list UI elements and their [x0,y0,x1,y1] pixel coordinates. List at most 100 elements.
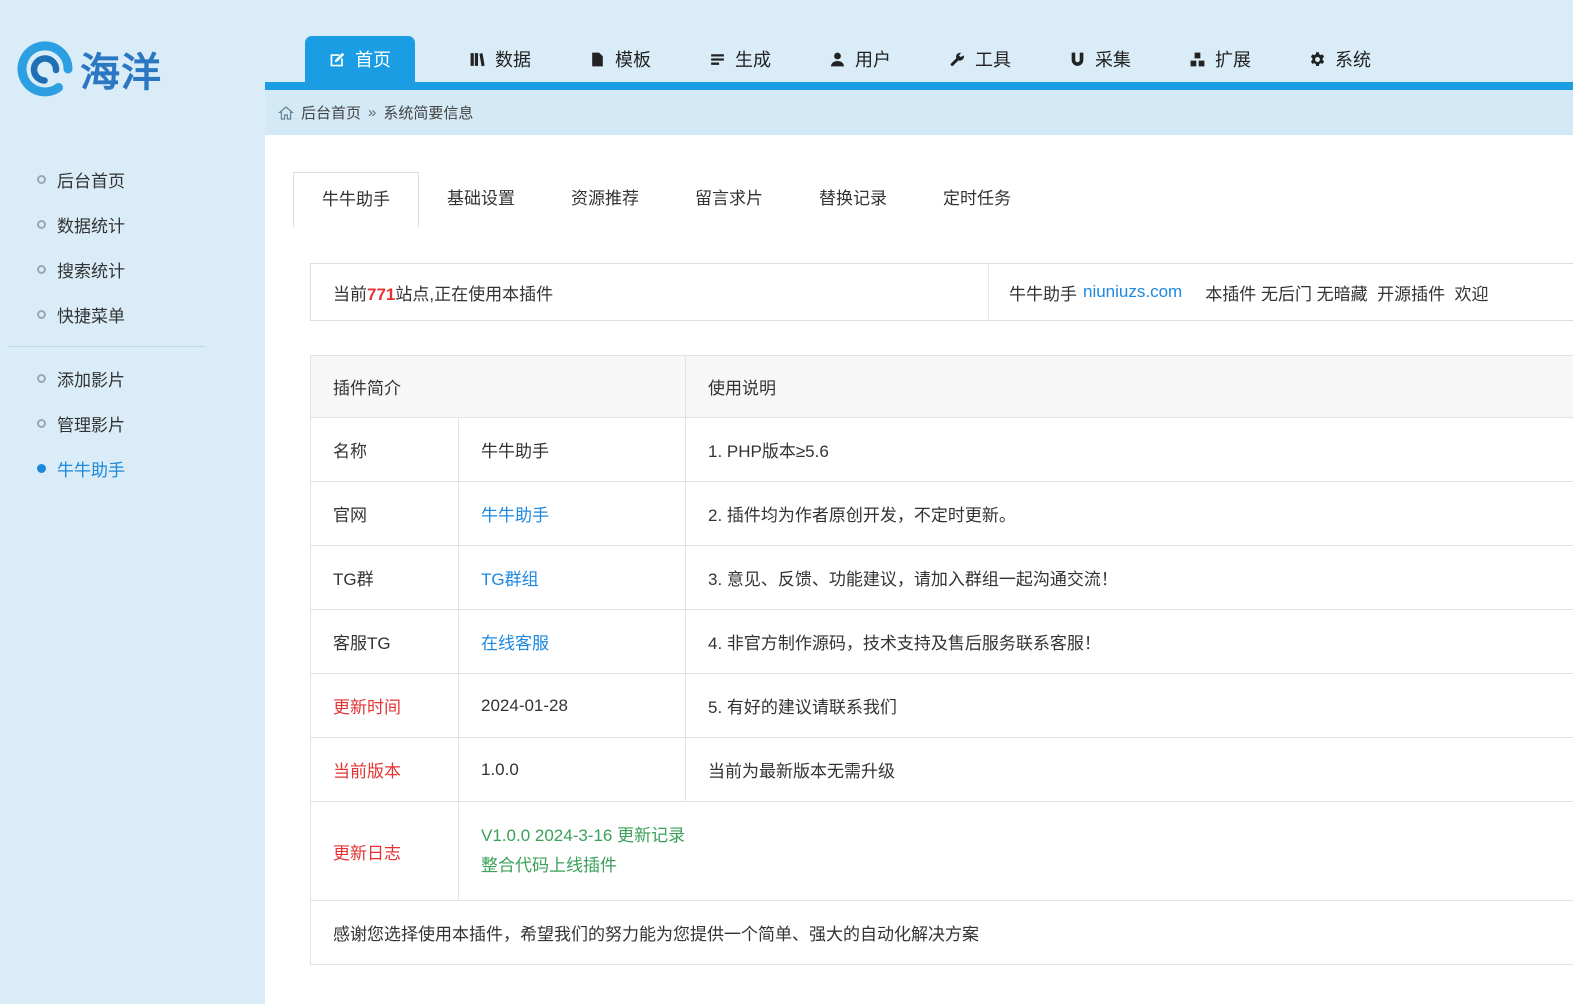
nav-item-home[interactable]: 首页 [305,36,415,82]
content-area: 牛牛助手 基础设置 资源推荐 留言求片 替换记录 定时任务 当前771站点,正在… [265,135,1573,1004]
nav-label: 用户 [855,50,891,70]
generate-icon [709,51,726,68]
bullet-icon [37,310,46,319]
sidebar-item-label: 后台首页 [57,172,125,191]
customer-service-link[interactable]: 在线客服 [481,634,549,653]
edit-icon [329,51,346,68]
nav-label: 数据 [495,50,531,70]
nav-label: 首页 [355,50,391,70]
sidebar-item-data-stats[interactable]: 数据统计 [0,202,265,247]
plugin-promo-text: 牛牛助手 niuniuzs.com 本插件 无后门 无暗藏 开源插件 欢迎 [988,264,1573,320]
sidebar-item-niuniu-assistant[interactable]: 牛牛助手 [0,446,265,491]
tab-replace-records[interactable]: 替换记录 [791,172,915,226]
tab-resource-recommend[interactable]: 资源推荐 [543,172,667,226]
tab-scheduled-tasks[interactable]: 定时任务 [915,172,1039,226]
top-navigation: 首页 数据 模板 生成 用户 工具 采集 扩展 系统 [265,0,1573,82]
bullet-icon [37,220,46,229]
bullet-icon [37,175,46,184]
sidebar-item-label: 添加影片 [57,371,125,390]
sidebar-menu: 后台首页 数据统计 搜索统计 快捷菜单 添加影片 管理影片 牛牛助手 [0,157,265,491]
changelog-entry-link[interactable]: V1.0.0 2024-3-16 更新记录 [481,821,1573,851]
row-note: 当前为最新版本无需升级 [685,737,1573,802]
table-row: 名称 牛牛助手 1. PHP版本≥5.6 [310,417,1573,482]
bullet-icon [37,265,46,274]
plugin-promo-tagline: 本插件 无后门 无暗藏 开源插件 欢迎 [1205,284,1489,304]
tools-icon [949,51,966,68]
row-value-support-tg: 在线客服 [458,609,686,674]
breadcrumb-home-link[interactable]: 后台首页 [301,102,361,123]
table-header-row: 插件简介 使用说明 [310,355,1573,418]
table-footer-row: 感谢您选择使用本插件，希望我们的努力能为您提供一个简单、强大的自动化解决方案 [310,900,1573,965]
nav-item-user[interactable]: 用户 [825,36,895,82]
logo-title: 海洋 [80,51,162,95]
site-count-prefix: 当前 [333,284,367,304]
row-note: 2. 插件均为作者原创开发，不定时更新。 [685,481,1573,546]
row-note: 5. 有好的建议请联系我们 [685,673,1573,738]
plugin-tabs: 牛牛助手 基础设置 资源推荐 留言求片 替换记录 定时任务 [293,172,1573,227]
nav-item-extend[interactable]: 扩展 [1185,36,1255,82]
site-count-suffix: 站点,正在使用本插件 [395,284,554,304]
breadcrumb-current: 系统简要信息 [383,105,474,122]
sidebar-item-manage-movie[interactable]: 管理影片 [0,401,265,446]
breadcrumb-separator: » [368,104,377,121]
sidebar-item-label: 搜索统计 [57,262,125,281]
logo[interactable]: 海洋 [0,0,265,138]
table-row: TG群 TG群组 3. 意见、反馈、功能建议，请加入群组一起沟通交流！ [310,545,1573,610]
row-label-current-version: 当前版本 [310,737,459,802]
thanks-message: 感谢您选择使用本插件，希望我们的努力能为您提供一个简单、强大的自动化解决方案 [310,900,1573,965]
nav-item-template[interactable]: 模板 [585,36,655,82]
sidebar-divider [8,346,205,347]
table-row: 官网 牛牛助手 2. 插件均为作者原创开发，不定时更新。 [310,481,1573,546]
sidebar-item-dashboard[interactable]: 后台首页 [0,157,265,202]
row-note: 4. 非官方制作源码，技术支持及售后服务联系客服！ [685,609,1573,674]
row-note: 3. 意见、反馈、功能建议，请加入群组一起沟通交流！ [685,545,1573,610]
table-row: 客服TG 在线客服 4. 非官方制作源码，技术支持及售后服务联系客服！ [310,609,1573,674]
user-icon [829,51,846,68]
bullet-icon [37,419,46,428]
tab-basic-settings[interactable]: 基础设置 [419,172,543,226]
sidebar-item-label: 牛牛助手 [57,461,125,480]
row-label-changelog: 更新日志 [310,801,459,901]
tg-group-link[interactable]: TG群组 [481,570,539,589]
row-note: 1. PHP版本≥5.6 [685,417,1573,482]
extend-icon [1189,51,1206,68]
plugin-status-bar: 当前771站点,正在使用本插件 牛牛助手 niuniuzs.com 本插件 无后… [310,263,1573,321]
row-value-name: 牛牛助手 [458,417,686,482]
nav-label: 工具 [975,50,1011,70]
sidebar-item-add-movie[interactable]: 添加影片 [0,356,265,401]
nav-item-generate[interactable]: 生成 [705,36,775,82]
nav-label: 采集 [1095,50,1131,70]
table-row: 当前版本 1.0.0 当前为最新版本无需升级 [310,737,1573,802]
sidebar-item-search-stats[interactable]: 搜索统计 [0,247,265,292]
site-count-number: 771 [367,284,396,304]
row-value-tg-group: TG群组 [458,545,686,610]
sidebar-item-label: 管理影片 [57,416,125,435]
collect-icon [1069,51,1086,68]
home-icon [278,105,294,121]
site-count-text: 当前771站点,正在使用本插件 [311,280,988,305]
data-icon [469,51,486,68]
plugin-info-table: 插件简介 使用说明 名称 牛牛助手 1. PHP版本≥5.6 官网 牛牛助手 2… [310,355,1573,965]
nav-label: 系统 [1335,50,1371,70]
tab-message-request[interactable]: 留言求片 [667,172,791,226]
nav-item-tools[interactable]: 工具 [945,36,1015,82]
nav-item-data[interactable]: 数据 [465,36,535,82]
sidebar-item-label: 数据统计 [57,217,125,236]
changelog-detail-link[interactable]: 整合代码上线插件 [481,851,1573,881]
nav-item-collect[interactable]: 采集 [1065,36,1135,82]
row-label-update-time: 更新时间 [310,673,459,738]
breadcrumb: 后台首页 » 系统简要信息 [265,90,1573,135]
nav-label: 扩展 [1215,50,1251,70]
row-value-official-site: 牛牛助手 [458,481,686,546]
tab-niuniu-assistant[interactable]: 牛牛助手 [293,172,419,227]
nav-item-system[interactable]: 系统 [1305,36,1375,82]
table-row: 更新时间 2024-01-28 5. 有好的建议请联系我们 [310,673,1573,738]
sidebar-item-quick-menu[interactable]: 快捷菜单 [0,292,265,337]
ocean-wave-logo-icon [16,40,74,98]
nav-label: 生成 [735,50,771,70]
table-row: 更新日志 V1.0.0 2024-3-16 更新记录 整合代码上线插件 [310,801,1573,901]
row-label-official-site: 官网 [310,481,459,546]
row-label-tg-group: TG群 [310,545,459,610]
plugin-site-link[interactable]: niuniuzs.com [1083,282,1182,302]
official-site-link[interactable]: 牛牛助手 [481,506,549,525]
